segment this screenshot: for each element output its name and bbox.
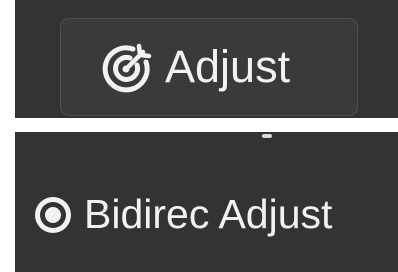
target-adjust-icon [99, 40, 155, 96]
adjust-button-label: Adjust [165, 41, 291, 92]
radio-selected-icon[interactable] [35, 197, 71, 233]
divider-gap [0, 118, 398, 132]
bidirec-adjust-label: Bidirec Adjust [84, 191, 333, 237]
